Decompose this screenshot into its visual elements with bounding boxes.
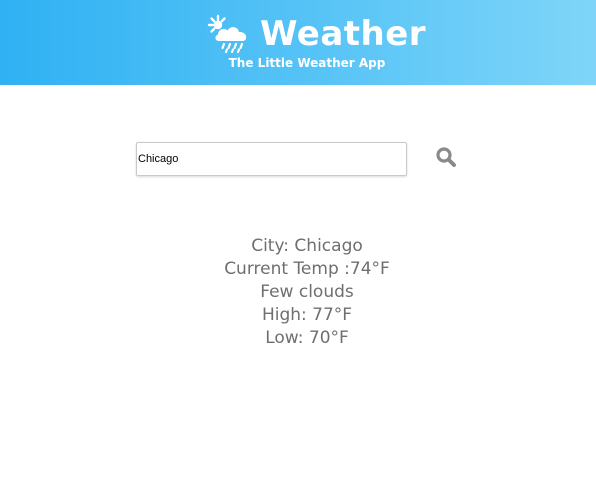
high-temp-label: High: 77°F xyxy=(261,305,353,325)
app-header: Weather The Little Weather App xyxy=(0,0,596,85)
brand: Weather xyxy=(207,12,426,56)
search-icon xyxy=(436,147,456,167)
city-label: City: Chicago xyxy=(251,236,363,256)
weather-info: City: Chicago Current Temp :74°F Few clo… xyxy=(0,235,596,350)
search-button[interactable] xyxy=(434,145,458,169)
app-subtitle: The Little Weather App xyxy=(228,56,386,70)
app-title: Weather xyxy=(260,14,427,54)
sun-cloud-rain-icon xyxy=(207,14,247,54)
weather-description: Few clouds xyxy=(260,282,354,302)
low-temp-label: Low: 70°F xyxy=(265,328,349,348)
city-search-input[interactable] xyxy=(136,142,407,176)
current-temp-label: Current Temp :74°F xyxy=(224,259,390,279)
